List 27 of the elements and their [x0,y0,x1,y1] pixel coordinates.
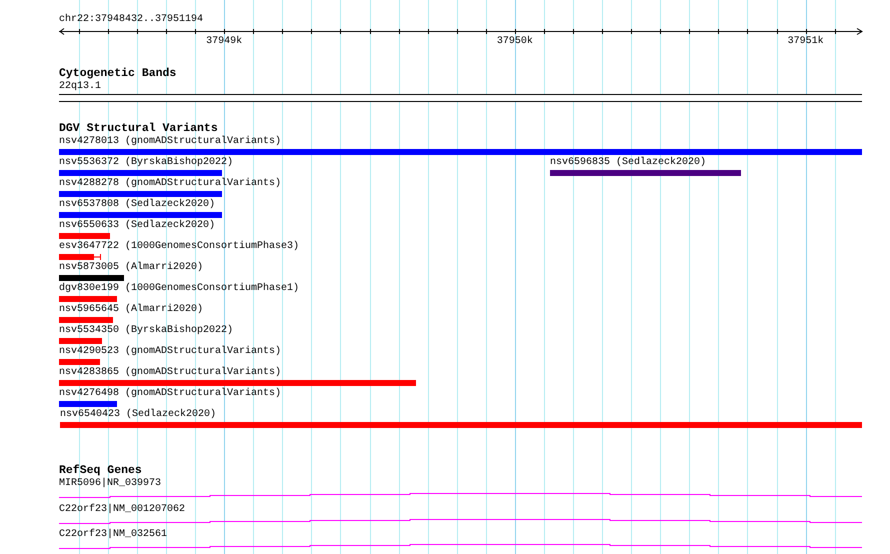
band-label: 22q13.1 [59,81,102,93]
gene-label: MIR5096|NR_039973 [59,478,162,490]
variant-label: nsv4290523 (gnomADStructuralVariants) [59,346,282,358]
variant-label: nsv6540423 (Sedlazeck2020) [60,409,216,421]
gene-label: C22orf23|NM_032561 [59,529,168,541]
location-label: chr22:37948432..37951194 [59,14,204,26]
variant-label: nsv4288278 (gnomADStructuralVariants) [59,178,282,190]
variant-label: dgv830e199 (1000GenomesConsortiumPhase1) [59,283,300,295]
variant-label: nsv5534350 (ByrskaBishop2022) [59,325,234,337]
variant-label: nsv4283865 (gnomADStructuralVariants) [59,367,282,379]
tick-label: 37951k [788,36,824,48]
variant-label: nsv4278013 (gnomADStructuralVariants) [59,136,282,148]
variant-label: nsv5965645 (Almarri2020) [59,304,204,316]
track-title: Cytogenetic Bands [59,68,176,80]
tick-label: 37949k [206,36,242,48]
variant-label: nsv4276498 (gnomADStructuralVariants) [59,388,282,400]
range-whisker [94,254,102,260]
track-title: DGV Structural Variants [59,123,218,135]
track-title: RefSeq Genes [59,465,142,477]
gene-label: C22orf23|NM_001207062 [59,504,186,516]
variant-label: nsv6596835 (Sedlazeck2020) [550,157,706,169]
variant-label: nsv5873005 (Almarri2020) [59,262,204,274]
variant-label: esv3647722 (1000GenomesConsortiumPhase3) [59,241,300,253]
tick-label: 37950k [496,36,533,48]
variant-label: nsv6537808 (Sedlazeck2020) [59,199,216,211]
variant-label: nsv6550633 (Sedlazeck2020) [59,220,216,232]
variant-label: nsv5536372 (ByrskaBishop2022) [59,157,234,169]
